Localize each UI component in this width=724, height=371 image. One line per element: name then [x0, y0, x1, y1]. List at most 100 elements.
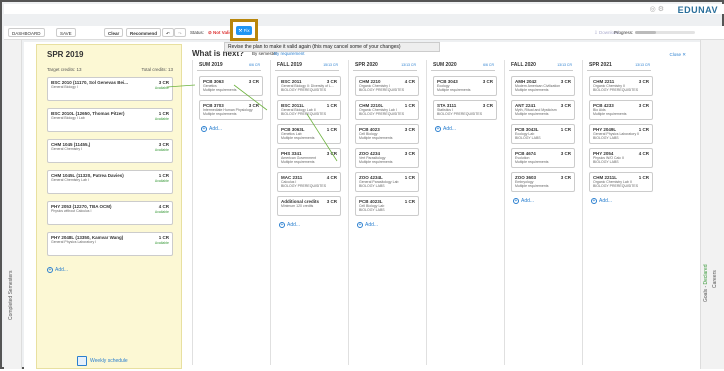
- course-status: Available: [154, 241, 169, 245]
- course-card[interactable]: BSC 2011 3 CR General Biology II: Diversit…: [277, 76, 341, 96]
- course-card[interactable]: ZOO 4234 3 CR Vert Parasitology Multiple re…: [355, 148, 419, 168]
- course-requirement: Multiple requirements: [515, 88, 549, 92]
- course-credits: 3 CR: [404, 151, 415, 156]
- add-label: Add...: [287, 222, 301, 228]
- course-requirement: BIOLOGY PREREQUISITES: [593, 184, 639, 188]
- course-card[interactable]: Additional credits 3 CR Minimum 120 credit…: [277, 196, 341, 216]
- top-header: ◎ ⚙ EDUNAV: [4, 4, 724, 15]
- course-card[interactable]: MAC 2311 4 CR Calculus I BIOLOGY PREREQUISI…: [277, 172, 341, 192]
- plus-icon: +: [435, 126, 441, 132]
- course-card[interactable]: PHY 2049L 1 CR General Physics Laboratory …: [589, 124, 653, 144]
- completed-semesters-tab[interactable]: Completed Semesters: [4, 40, 22, 369]
- course-card[interactable]: ANT 2241 3 CR Myth, Ritual and Mysticism Mu…: [511, 100, 575, 120]
- course-card[interactable]: BSC 2010L (12650, Thomas Pitzer) General …: [47, 108, 173, 132]
- course-requirement: BIOLOGY LABS: [359, 208, 385, 212]
- course-status: Available: [154, 148, 169, 152]
- close-button[interactable]: Close ✕: [669, 52, 686, 58]
- save-button[interactable]: SAVE: [56, 28, 76, 37]
- course-card[interactable]: ZOO 3603 3 CR Embryology Multiple requireme…: [511, 172, 575, 192]
- right-sidebar: Goals - Declared Careers: [700, 40, 724, 369]
- course-requirement: Multiple requirements: [281, 160, 315, 164]
- fix-highlight: ⚒ Fix: [230, 19, 258, 41]
- fix-button[interactable]: ⚒ Fix: [236, 26, 252, 35]
- plus-icon: +: [591, 198, 597, 204]
- app-frame: ◎ ⚙ EDUNAV DASHBOARD SAVE Clear Recommen…: [0, 0, 724, 369]
- add-course-button[interactable]: + Add...: [513, 198, 534, 204]
- course-requirement: Multiple requirements: [437, 88, 471, 92]
- recommend-button[interactable]: Recommend: [126, 28, 162, 37]
- weekly-schedule-link[interactable]: Weekly schedule: [77, 356, 128, 366]
- course-credits: 3 CR: [326, 151, 337, 156]
- course-credits: 3 CR: [638, 103, 649, 108]
- course-requirement: BIOLOGY PREREQUISITES: [281, 88, 327, 92]
- goals-tab[interactable]: Goals - Declared: [703, 264, 709, 302]
- course-card[interactable]: PCB 3063 3 CR Genetics Multiple requirement…: [199, 76, 263, 96]
- course-credits: 3 CR: [560, 151, 571, 156]
- course-card[interactable]: ZOO 4234L 1 CR General Parasitology Lab BIO…: [355, 172, 419, 192]
- semester-title: SPR 2021: [589, 62, 612, 68]
- course-credits: 3 CR: [248, 79, 259, 84]
- add-course-button[interactable]: + Add...: [201, 126, 222, 132]
- semester-title: FALL 2019: [277, 62, 302, 68]
- dashboard-button[interactable]: DASHBOARD: [8, 28, 45, 37]
- redo-icon[interactable]: ↷: [174, 28, 186, 37]
- course-requirement: Multiple requirements: [515, 160, 549, 164]
- course-card[interactable]: PHS 3341 3 CR American Government Multiple …: [277, 148, 341, 168]
- add-course-button[interactable]: + Add...: [279, 222, 300, 228]
- plus-icon: +: [201, 126, 207, 132]
- course-card[interactable]: CHM 2210 4 CR Organic Chemistry I BIOLOGY P…: [355, 76, 419, 96]
- course-credits: 3 CR: [248, 103, 259, 108]
- course-credits: 4 CR: [326, 175, 337, 180]
- search-icon[interactable]: ◎ ⚙: [650, 5, 664, 13]
- course-card[interactable]: STA 3111 3 CR Statistics I BIOLOGY PREREQUI…: [433, 100, 497, 120]
- semester-column: SUM 2020 6/6 CR PCB 3043 3 CR Ecology Multipl…: [426, 60, 497, 365]
- course-credits: 3 CR: [482, 103, 493, 108]
- course-requirement: BIOLOGY PREREQUISITES: [281, 112, 327, 116]
- undo-icon[interactable]: ↶: [162, 28, 174, 37]
- semester-title: SPR 2020: [355, 62, 378, 68]
- add-course-button[interactable]: + Add...: [435, 126, 456, 132]
- column-divider: [431, 70, 495, 71]
- course-card[interactable]: AMH 2042 3 CR Modern American Civilization…: [511, 76, 575, 96]
- careers-tab[interactable]: Careers: [712, 270, 718, 288]
- completed-semesters-label: Completed Semesters: [8, 270, 14, 320]
- course-card[interactable]: CHM 2210L 1 CR Organic Chemistry Lab I BIOL…: [355, 100, 419, 120]
- course-card[interactable]: PCB 3703 3 CR Intermediate Human Physiolog…: [199, 100, 263, 120]
- course-credits: 3 CR: [638, 79, 649, 84]
- course-card[interactable]: PCB 3043 3 CR Ecology Multiple requirements: [433, 76, 497, 96]
- toolbar: DASHBOARD SAVE Clear Recommend ↶ ↷ Statu…: [4, 26, 724, 40]
- semester-column: SPR 2020 13/13 CR CHM 2210 4 CR Organic Chem…: [348, 60, 419, 365]
- course-card[interactable]: PCB 4233 3 CR Bio Aids Multiple requirement…: [589, 100, 653, 120]
- course-card[interactable]: BSC 2010 (11170, Sol Genevas Bei... Gener…: [47, 77, 173, 101]
- planner-main: SPR 2019 Target credits: 13 Total credit…: [24, 42, 700, 369]
- course-card[interactable]: PCB 3063L 1 CR Genetics Lab Multiple requir…: [277, 124, 341, 144]
- course-credits: 1 CR: [638, 175, 649, 180]
- course-card[interactable]: CHM 1045L (11320, Patrea Davies) General …: [47, 170, 173, 194]
- course-card[interactable]: PHY 2048L (13350, Kamvar Wang) General Ph…: [47, 232, 173, 256]
- clear-button[interactable]: Clear: [104, 28, 124, 37]
- course-card[interactable]: PCB 4023L 1 CR Cell Biology Lab BIOLOGY LAB…: [355, 196, 419, 216]
- whats-next-panel: What is next? By semester By requirement…: [192, 44, 700, 369]
- course-card[interactable]: CHM 1045 (11455,) General Chemistry I3 CR…: [47, 139, 173, 163]
- course-card[interactable]: BSC 2011L 1 CR General Biology Lab II BIOLO…: [277, 100, 341, 120]
- course-card[interactable]: PCB 4674 3 CR Evolution Multiple requiremen…: [511, 148, 575, 168]
- course-card[interactable]: PHY 2054 4 CR Physics W/O Calc II BIOLOGY L…: [589, 148, 653, 168]
- course-name: General Chemistry I: [51, 147, 83, 151]
- total-credits: Total credits: 13: [141, 67, 173, 72]
- course-name: General Biology I: [51, 85, 78, 89]
- add-course-button[interactable]: + Add...: [357, 222, 378, 228]
- add-course-button[interactable]: + Add...: [591, 198, 612, 204]
- course-card[interactable]: CHM 2211 3 CR Organic Chemistry II BIOLOGY …: [589, 76, 653, 96]
- current-add-course[interactable]: + Add...: [47, 267, 68, 273]
- course-card[interactable]: PHY 2053 (12270, TBA OCM) Physics without…: [47, 201, 173, 225]
- column-divider: [197, 70, 261, 71]
- course-card[interactable]: CHM 2211L 1 CR Organic Chemistry Lab II BIO…: [589, 172, 653, 192]
- course-credits: 1 CR: [404, 175, 415, 180]
- course-card[interactable]: PCB 4023 3 CR Cell Biology Multiple require…: [355, 124, 419, 144]
- semester-column: FALL 2020 13/13 CR AMH 2042 3 CR Modern Amer…: [504, 60, 575, 365]
- course-credits: 3 CR: [560, 175, 571, 180]
- course-name: General Chemistry Lab I: [51, 178, 89, 182]
- semester-title: SUM 2019: [199, 62, 223, 68]
- course-requirement: Multiple requirements: [359, 136, 393, 140]
- course-card[interactable]: PCB 3043L 1 CR Ecology Lab BIOLOGY LABS: [511, 124, 575, 144]
